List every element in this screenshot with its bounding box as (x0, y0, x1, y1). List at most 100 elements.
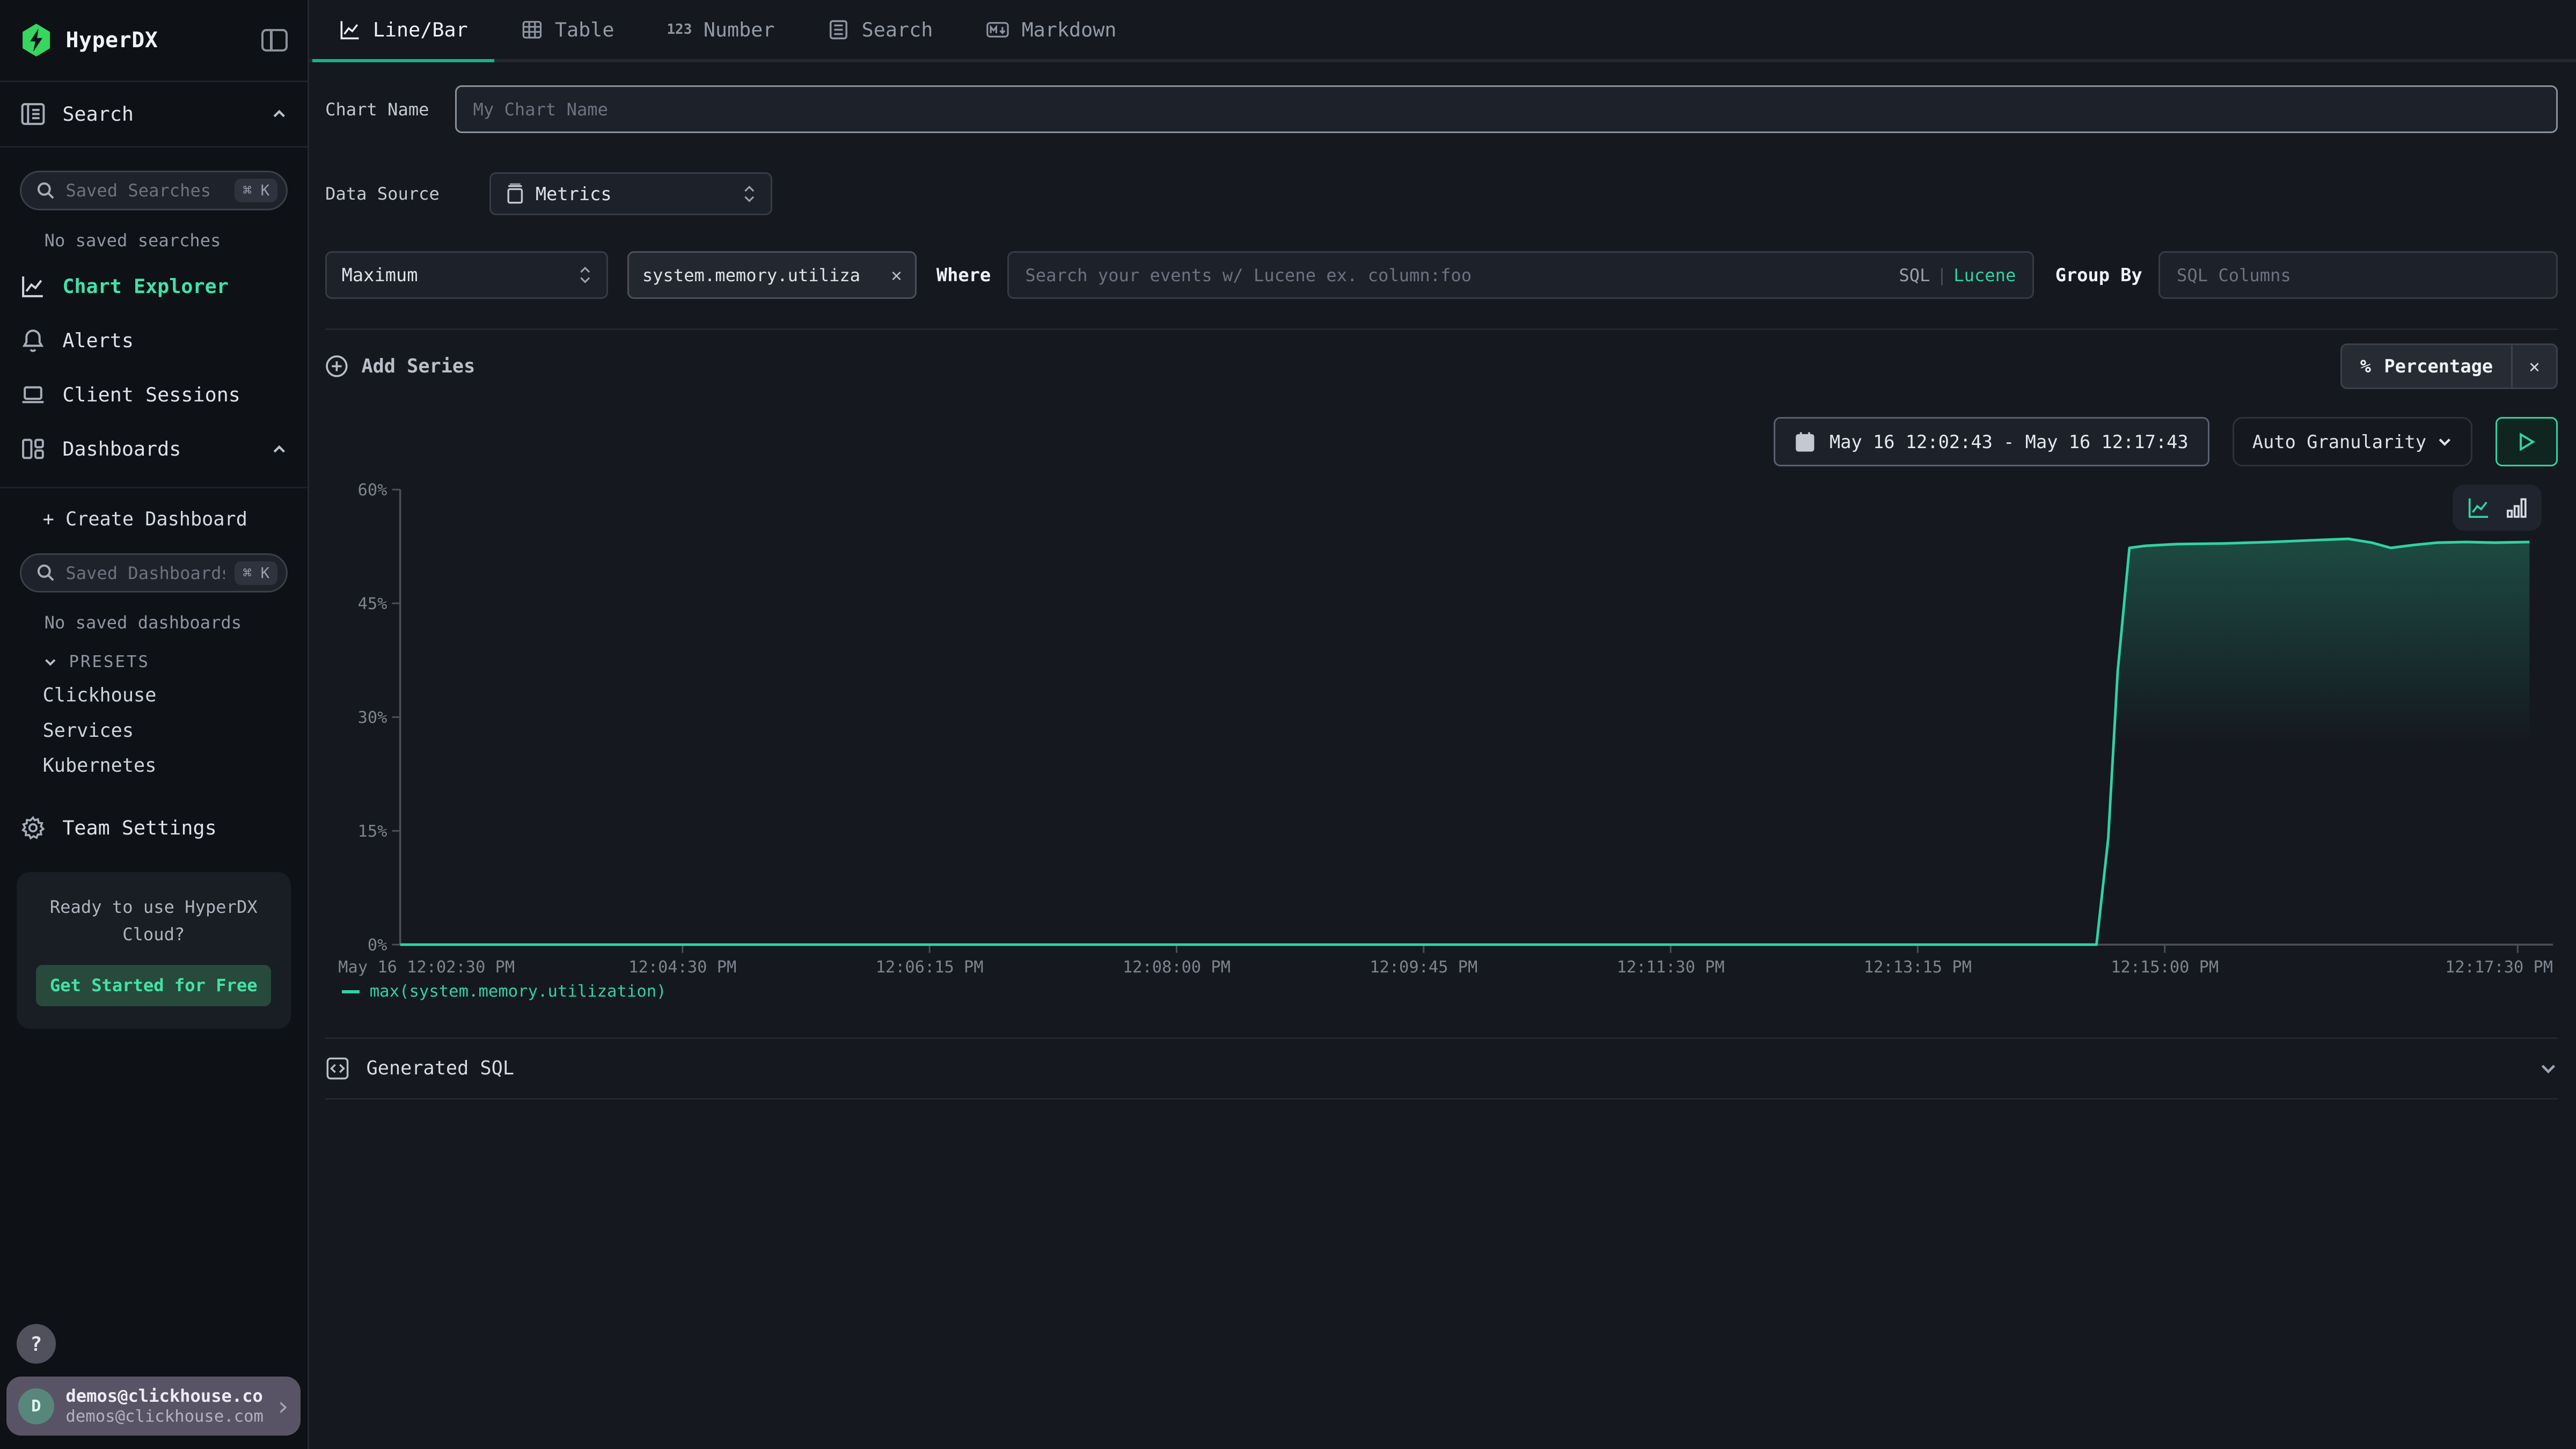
data-source-label: Data Source (325, 184, 489, 204)
chevron-down-icon (2538, 1059, 2558, 1079)
presets-toggle[interactable]: PRESETS (0, 633, 308, 671)
sidebar-section-search[interactable]: Search (0, 82, 308, 148)
create-dashboard-link[interactable]: + Create Dashboard (0, 488, 308, 530)
percentage-button[interactable]: % Percentage (2342, 345, 2511, 388)
where-input[interactable] (1025, 265, 1886, 286)
lucene-toggle[interactable]: Lucene (1953, 265, 2016, 286)
svg-text:12:08:00 PM: 12:08:00 PM (1123, 958, 1231, 976)
where-label: Where (936, 265, 991, 286)
user-org: demos@clickhouse.com's (65, 1407, 264, 1427)
help-button[interactable]: ? (17, 1324, 56, 1363)
granularity-value: Auto Granularity (2252, 431, 2426, 452)
up-down-chevrons-icon (579, 265, 591, 285)
chart-explorer-icon (20, 273, 46, 299)
svg-text:45%: 45% (358, 595, 387, 613)
svg-text:May 16 12:02:30 PM: May 16 12:02:30 PM (338, 958, 515, 976)
markdown-icon (985, 18, 1010, 41)
bar-style-icon[interactable] (2506, 497, 2528, 518)
aggregation-select[interactable]: Maximum (325, 251, 608, 299)
run-query-button[interactable] (2496, 417, 2558, 466)
search-icon (36, 181, 56, 201)
svg-text:12:09:45 PM: 12:09:45 PM (1370, 958, 1477, 976)
get-started-button[interactable]: Get Started for Free (36, 965, 271, 1006)
avatar: D (18, 1388, 54, 1424)
sidebar-item-label: Chart Explorer (62, 275, 229, 298)
chevron-up-icon (271, 106, 288, 122)
data-source-value: Metrics (536, 184, 612, 204)
sql-toggle[interactable]: SQL (1899, 265, 1930, 286)
data-source-select[interactable]: Metrics (489, 172, 772, 215)
database-icon (506, 183, 524, 204)
saved-dashboards-input[interactable] (65, 563, 224, 583)
app-window: HyperDX Search ⌘ K No saved searches Cha… (0, 0, 2576, 1449)
chevron-down-icon (43, 655, 58, 670)
sidebar-item-label: Client Sessions (62, 383, 240, 406)
search-panel-icon (20, 101, 46, 127)
svg-text:12:13:15 PM: 12:13:15 PM (1864, 958, 1972, 976)
shortcut-badge: ⌘ K (235, 561, 277, 585)
svg-text:12:17:30 PM: 12:17:30 PM (2445, 958, 2553, 976)
tab-line-bar[interactable]: Line/Bar (312, 0, 494, 62)
bell-icon (20, 327, 46, 354)
sidebar-section-label: Search (62, 103, 254, 126)
chart-builder: Chart Name Data Source Metrics Maximum s… (309, 62, 2576, 1100)
line-style-icon[interactable] (2467, 495, 2491, 520)
where-filter: SQL|Lucene (1007, 251, 2034, 299)
saved-dashboards-search[interactable]: ⌘ K (20, 553, 288, 592)
group-by-input[interactable] (2158, 251, 2558, 299)
app-title: HyperDX (65, 28, 261, 53)
no-saved-searches-text: No saved searches (0, 210, 308, 251)
main-panel: Line/Bar Table 123 Number Search Markdow… (309, 0, 2576, 1449)
chart-style-toggle (2453, 485, 2541, 531)
number-123-icon: 123 (667, 21, 692, 38)
sidebar-spacer (0, 1029, 308, 1324)
svg-text:12:06:15 PM: 12:06:15 PM (876, 958, 984, 976)
tab-table[interactable]: Table (494, 0, 641, 62)
preset-services[interactable]: Services (0, 706, 308, 741)
tab-search[interactable]: Search (801, 0, 959, 62)
sidebar-item-alerts[interactable]: Alerts (0, 323, 308, 358)
sidebar-item-label: Alerts (62, 329, 134, 352)
user-menu[interactable]: D demos@clickhouse.com demos@clickhouse.… (6, 1377, 301, 1436)
svg-text:0%: 0% (368, 936, 387, 955)
saved-searches-search[interactable]: ⌘ K (20, 171, 288, 210)
tab-markdown[interactable]: Markdown (959, 0, 1143, 62)
percentage-close-button[interactable]: ✕ (2511, 345, 2556, 388)
chart-type-tabs: Line/Bar Table 123 Number Search Markdow… (309, 0, 2576, 62)
date-range-picker[interactable]: May 16 12:02:43 - May 16 12:17:43 (1774, 417, 2209, 466)
sidebar-item-chart-explorer[interactable]: Chart Explorer (0, 268, 308, 304)
date-range-value: May 16 12:02:43 - May 16 12:17:43 (1829, 431, 2189, 452)
preset-kubernetes[interactable]: Kubernetes (0, 742, 308, 777)
code-icon (325, 1056, 350, 1081)
preset-clickhouse[interactable]: Clickhouse (0, 671, 308, 706)
percentage-toggle-group: % Percentage ✕ (2340, 343, 2558, 390)
collapse-sidebar-icon[interactable] (261, 29, 288, 52)
chart-area: 0%15%30%45%60%May 16 12:02:30 PM12:04:30… (325, 483, 2558, 1001)
tab-number[interactable]: 123 Number (640, 0, 801, 62)
saved-searches-input[interactable] (65, 180, 224, 201)
close-icon: ✕ (2529, 356, 2540, 377)
svg-text:30%: 30% (358, 708, 387, 727)
gear-icon (20, 815, 46, 841)
remove-metric-icon[interactable]: ✕ (891, 265, 902, 286)
metric-field-tag[interactable]: system.memory.utiliza ✕ (627, 251, 917, 299)
sidebar-item-team-settings[interactable]: Team Settings (0, 810, 308, 846)
generated-sql-toggle[interactable]: Generated SQL (325, 1039, 2558, 1098)
chart-name-label: Chart Name (325, 99, 455, 120)
svg-text:12:04:30 PM: 12:04:30 PM (628, 958, 736, 976)
sidebar-item-dashboards[interactable]: Dashboards (0, 431, 308, 467)
sidebar-item-client-sessions[interactable]: Client Sessions (0, 377, 308, 413)
svg-text:12:15:00 PM: 12:15:00 PM (2111, 958, 2219, 976)
granularity-select[interactable]: Auto Granularity (2233, 417, 2472, 466)
sidebar-item-label: Dashboards (62, 437, 254, 460)
generated-sql-label: Generated SQL (367, 1057, 2522, 1079)
chevron-right-icon: › (275, 1391, 290, 1422)
add-series-button[interactable]: Add Series (325, 355, 475, 378)
plus-circle-icon (325, 355, 348, 378)
no-saved-dashboards-text: No saved dashboards (0, 592, 308, 633)
chevron-up-icon (271, 441, 288, 458)
search-icon (36, 563, 56, 583)
timeseries-chart[interactable]: 0%15%30%45%60%May 16 12:02:30 PM12:04:30… (325, 483, 2558, 976)
chevron-down-icon (2436, 434, 2453, 450)
chart-name-input[interactable] (455, 85, 2558, 133)
